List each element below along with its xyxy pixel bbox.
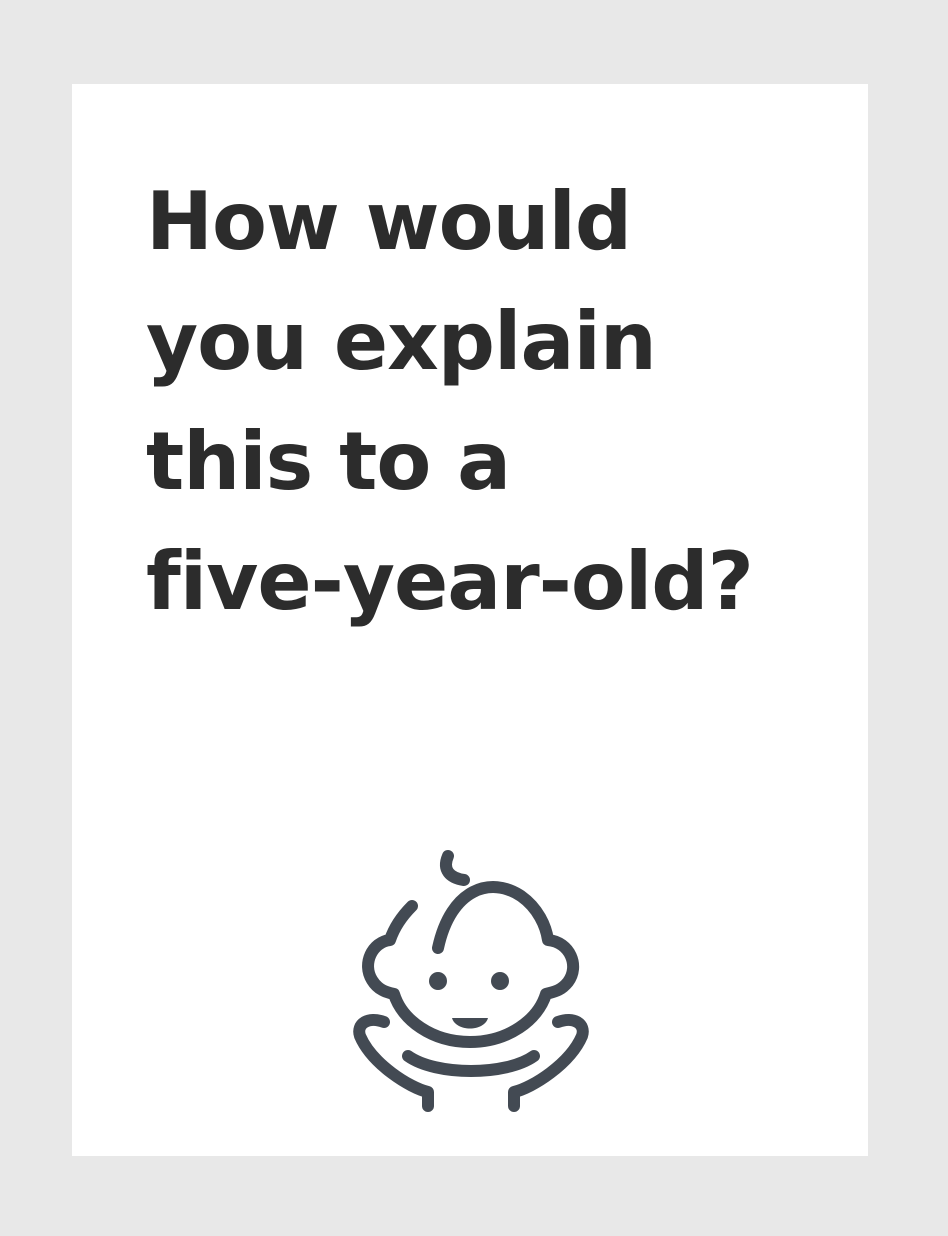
baby-face-icon [353, 850, 589, 1112]
question-line: you explain [146, 295, 657, 388]
question-line: this to a [146, 415, 511, 508]
question-line: How would [146, 175, 632, 268]
question-line: five-year-old? [146, 535, 754, 628]
question-card: How would you explain this to a five-yea… [72, 84, 868, 1156]
question-heading: How would you explain this to a five-yea… [146, 162, 806, 642]
